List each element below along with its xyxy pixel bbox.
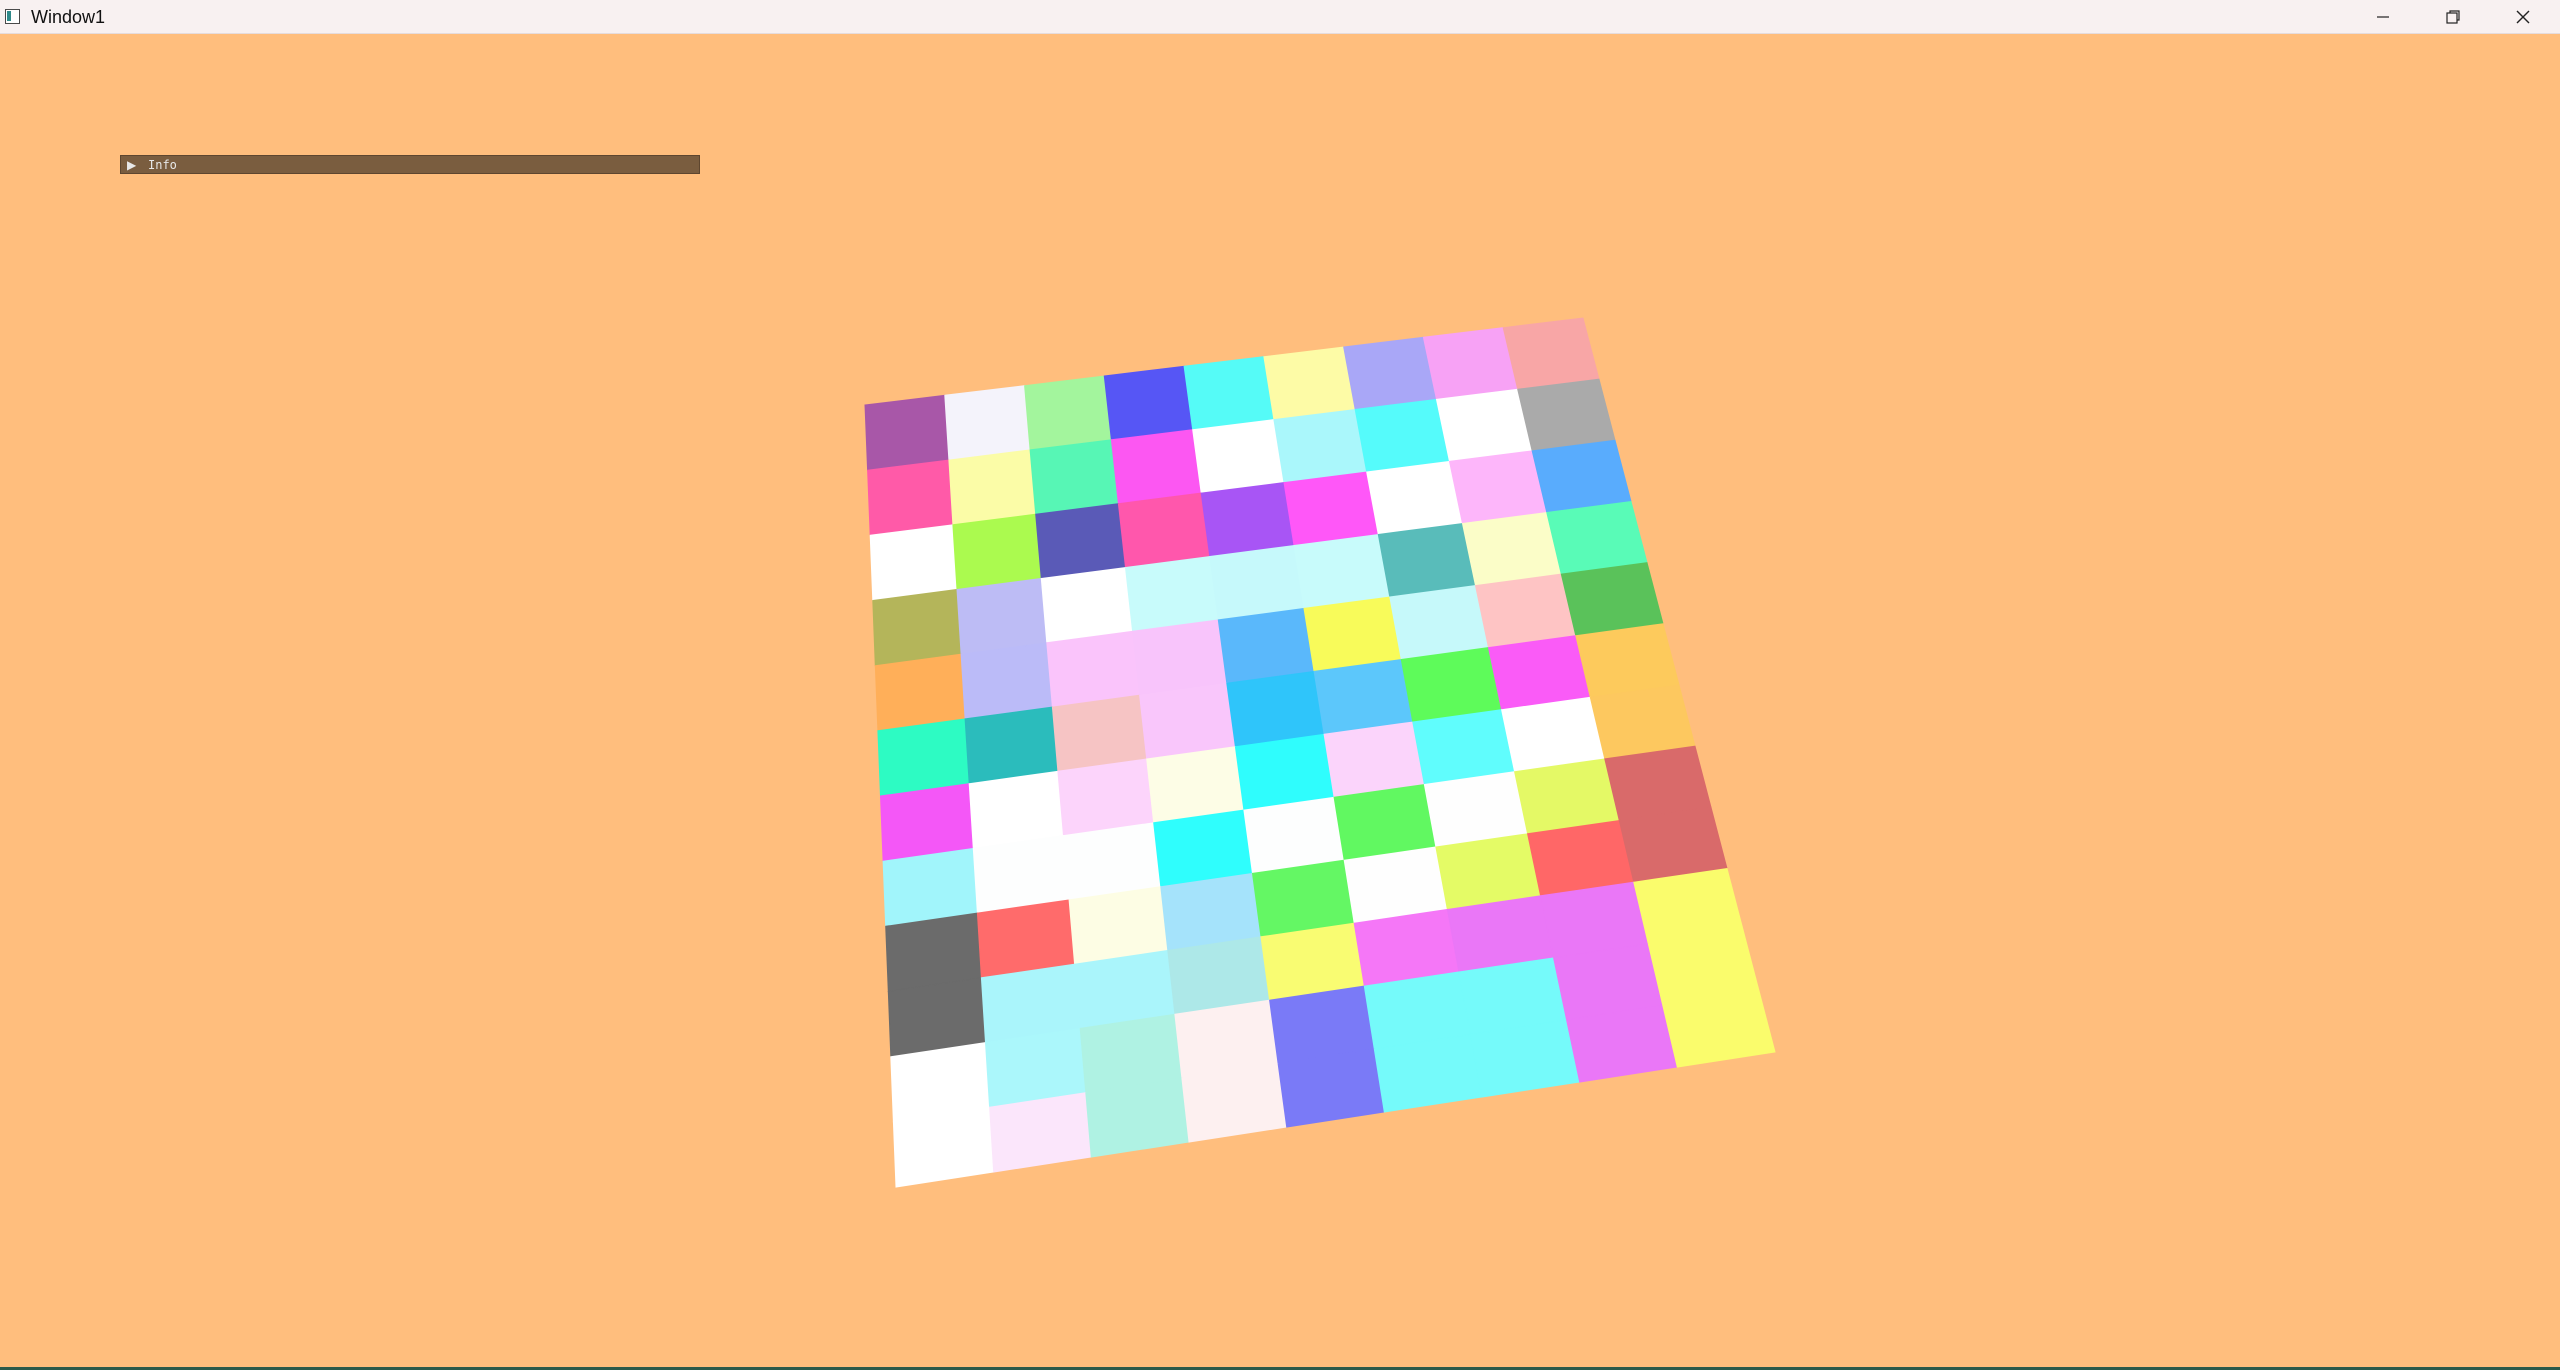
patch-tile	[1139, 682, 1236, 760]
patchwork-plane[interactable]	[0, 0, 2560, 1370]
patch-tile	[1560, 562, 1664, 637]
patch-tile	[872, 588, 962, 667]
patch-tile	[1474, 573, 1577, 649]
patch-tile	[1501, 696, 1606, 773]
patch-tile	[1313, 658, 1414, 735]
patch-tile	[1035, 503, 1127, 580]
patch-tile	[1234, 733, 1335, 811]
patch-tile	[1132, 619, 1228, 696]
patch-tile	[956, 577, 1048, 655]
triangle-right-icon[interactable]: ▶	[127, 158, 136, 172]
patch-tile	[869, 524, 958, 602]
patch-tile	[1283, 471, 1379, 547]
patch-tile	[1103, 365, 1194, 441]
patch-tile	[1366, 460, 1464, 536]
patch-tile	[1273, 408, 1368, 484]
patch-tile	[1461, 511, 1562, 587]
patch-tile	[1024, 375, 1112, 451]
patch-tile	[1124, 555, 1219, 632]
info-panel-label: Info	[148, 158, 177, 172]
patch-tile	[1389, 585, 1490, 661]
patch-tile	[964, 706, 1059, 785]
patch-tile	[1226, 670, 1325, 748]
patch-tile	[948, 449, 1037, 526]
patch-tile	[882, 847, 978, 927]
patch-tile	[867, 459, 954, 536]
patch-tile	[1209, 544, 1305, 621]
patch-tile	[1217, 607, 1315, 684]
patch-tile	[1051, 694, 1148, 772]
patch-tile	[1057, 758, 1155, 837]
patch-tile	[1517, 378, 1616, 452]
patch-tile	[1277, 1048, 1385, 1128]
patch-tile	[1192, 419, 1285, 494]
patch-tile	[1323, 721, 1425, 798]
patch-tile	[1448, 450, 1548, 525]
patch-tile	[1117, 492, 1211, 569]
patch-tile	[1487, 635, 1591, 711]
patch-tile	[1303, 596, 1402, 672]
patch-tile	[1263, 346, 1356, 421]
patch-tile	[1546, 500, 1648, 575]
patch-tile	[1575, 623, 1680, 698]
patch-tile	[1293, 533, 1391, 609]
patch-tile	[1029, 439, 1119, 515]
patch-tile	[968, 770, 1065, 849]
patch-tile	[874, 653, 966, 732]
patch-tile	[960, 642, 1053, 720]
patch-tile	[989, 1092, 1092, 1173]
patch-tile	[1354, 398, 1451, 473]
patch-tile	[1400, 647, 1503, 723]
patch-tile	[1040, 566, 1134, 644]
patch-tile	[1085, 1077, 1190, 1158]
patch-tile	[1377, 522, 1477, 598]
patch-tile	[1046, 630, 1141, 708]
patch-tile	[892, 1106, 995, 1188]
patch-tile	[1589, 684, 1696, 760]
patch-tile	[1502, 317, 1600, 390]
patch-tile	[944, 385, 1031, 461]
patch-tile	[1343, 336, 1438, 411]
patch-tile	[1422, 327, 1519, 400]
patch-tile	[864, 394, 950, 471]
patch-tile	[879, 783, 974, 862]
info-panel-header[interactable]: ▶ Info	[120, 155, 700, 174]
patch-tile	[1181, 1063, 1288, 1143]
patch-tile	[1110, 429, 1202, 505]
patch-tile	[1412, 709, 1516, 786]
patch-tile	[1435, 388, 1533, 462]
patch-tile	[952, 513, 1042, 591]
patch-tile	[1531, 439, 1632, 514]
patch-tile	[1146, 746, 1245, 824]
patch-tile	[877, 718, 970, 797]
patch-tile	[1200, 482, 1295, 558]
patch-tile	[1183, 356, 1275, 431]
